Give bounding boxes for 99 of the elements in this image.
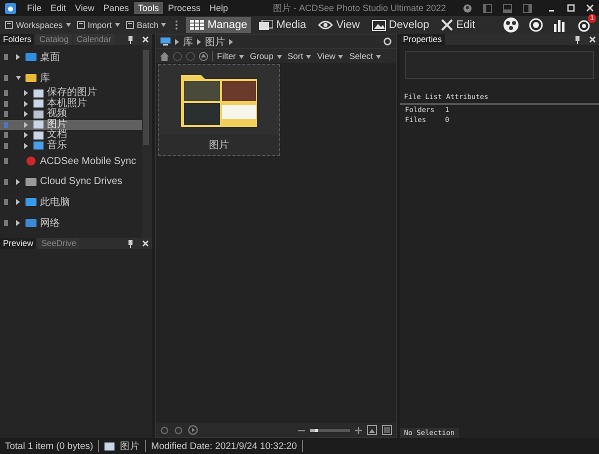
pane-tab[interactable]: Catalog — [36, 34, 72, 45]
play-icon[interactable] — [188, 425, 198, 435]
chevron-icon[interactable] — [229, 38, 233, 44]
layout-icon[interactable] — [503, 4, 512, 12]
pane-title: Properties — [400, 34, 445, 45]
toolbar-dropdown[interactable]: Workspaces — [4, 20, 72, 30]
menu-item[interactable]: Process — [164, 2, 204, 14]
mode-tab[interactable]: View — [314, 17, 364, 33]
caret-icon — [338, 55, 344, 59]
breadcrumb-item[interactable]: 图片 — [205, 34, 225, 48]
tree-item[interactable]: ACDSee Mobile Sync — [0, 151, 142, 172]
tree-item[interactable]: 桌面 — [0, 47, 142, 68]
layout-icon[interactable] — [523, 4, 532, 12]
tools-icon — [441, 19, 454, 31]
toolbar-dropdown[interactable]: Import — [76, 20, 121, 30]
pane-tab[interactable]: Preview — [0, 238, 36, 249]
close-icon[interactable] — [589, 36, 596, 43]
tree-item[interactable]: 保存的图片 — [0, 88, 142, 98]
window-icon — [126, 21, 134, 29]
caret-icon — [238, 55, 244, 59]
home-icon[interactable] — [160, 52, 169, 60]
filter-dropdown[interactable]: Filter — [217, 51, 244, 61]
expand-arrow-icon[interactable] — [16, 54, 20, 60]
layout-icon[interactable] — [483, 4, 492, 12]
ring-icon[interactable] — [529, 18, 543, 32]
pin-icon[interactable] — [127, 240, 134, 248]
caret-icon — [376, 55, 382, 59]
chevron-icon[interactable] — [175, 38, 179, 44]
caret-icon — [161, 23, 166, 27]
mode-tab[interactable]: Edit — [437, 17, 480, 33]
refresh-icon[interactable] — [383, 37, 392, 46]
maximize-icon[interactable] — [567, 4, 575, 12]
toolbar-dropdown[interactable]: Batch — [124, 20, 168, 30]
status-text: Modified Date: 2021/9/24 10:32:20 — [151, 440, 297, 452]
tree-item[interactable]: 文档 — [0, 130, 142, 140]
plus-icon[interactable] — [355, 426, 362, 434]
image-icon — [372, 20, 386, 30]
expand-arrow-icon[interactable] — [16, 220, 20, 226]
people-icon[interactable] — [503, 17, 519, 33]
window-title: 图片 - ACDSee Photo Studio Ultimate 2022 — [272, 2, 448, 14]
window-icon — [76, 21, 85, 29]
grid-icon — [190, 20, 204, 30]
app-logo-icon — [5, 2, 16, 14]
image-icon[interactable] — [367, 425, 377, 435]
menu-item[interactable]: View — [71, 2, 98, 14]
scrollbar[interactable] — [142, 45, 152, 238]
eye-icon — [318, 20, 334, 30]
caret-icon — [114, 23, 120, 27]
caret-icon — [306, 55, 312, 59]
expand-arrow-icon[interactable] — [16, 199, 20, 206]
up-icon[interactable] — [199, 52, 208, 60]
mode-tab[interactable]: Media — [255, 17, 310, 33]
tree-item[interactable]: 网络 — [0, 212, 142, 233]
zoom-slider[interactable] — [310, 428, 350, 432]
window-icon — [5, 21, 13, 29]
filter-dropdown[interactable]: View — [317, 51, 344, 61]
tree-item[interactable]: Cloud Sync Drives — [0, 172, 142, 192]
mode-tab[interactable]: Develop — [368, 17, 434, 33]
close-icon[interactable] — [586, 4, 594, 12]
account-icon[interactable] — [463, 4, 472, 12]
close-icon[interactable] — [142, 36, 149, 43]
details-icon[interactable] — [382, 425, 392, 435]
pin-icon[interactable] — [127, 36, 134, 44]
tree-item[interactable]: 视频 — [0, 109, 142, 120]
status-text: Total 1 item (0 bytes) — [5, 440, 94, 452]
status-folder: 图片 — [120, 440, 140, 452]
menu-item[interactable]: Tools — [134, 2, 163, 14]
pin-icon[interactable] — [574, 36, 581, 44]
pane-tab[interactable]: Folders — [0, 34, 34, 45]
filter-dropdown[interactable]: Sort — [288, 51, 312, 61]
filter-dropdown[interactable]: Group — [250, 51, 282, 61]
tree-item[interactable]: 此电脑 — [0, 192, 142, 212]
tree-item[interactable]: 本机照片 — [0, 98, 142, 109]
expand-arrow-icon[interactable] — [16, 74, 20, 81]
pane-tab[interactable]: SeeDrive — [38, 238, 80, 249]
notification-icon[interactable] — [577, 18, 591, 32]
chevron-icon[interactable] — [197, 38, 201, 44]
media-icon — [259, 20, 274, 30]
breadcrumb-item[interactable]: 库 — [183, 34, 193, 48]
menu-item[interactable]: Panes — [99, 2, 133, 14]
folder-thumbnail[interactable]: 图片 — [158, 64, 280, 156]
grip-icon[interactable] — [175, 20, 178, 30]
thumbnail-label: 图片 — [159, 135, 279, 155]
tree-item[interactable]: 音乐 — [0, 140, 142, 151]
mode-tab[interactable]: Manage — [186, 17, 252, 33]
tree-item[interactable]: 图片 — [0, 120, 142, 130]
computer-icon[interactable] — [160, 37, 171, 46]
menu-item[interactable]: File — [23, 2, 46, 14]
bar-chart-icon[interactable] — [553, 18, 567, 32]
filter-dropdown[interactable]: Select — [349, 51, 382, 61]
caret-icon — [66, 23, 71, 27]
pane-tab[interactable]: Calendar — [74, 34, 114, 45]
expand-arrow-icon[interactable] — [16, 178, 20, 185]
menu-item[interactable]: Edit — [46, 2, 70, 14]
menu-item[interactable]: Help — [205, 2, 232, 14]
tree-item[interactable]: 库 — [0, 68, 142, 88]
zoom-slider-thumb[interactable] — [310, 428, 318, 432]
close-icon[interactable] — [142, 240, 149, 247]
caret-icon — [276, 55, 282, 59]
